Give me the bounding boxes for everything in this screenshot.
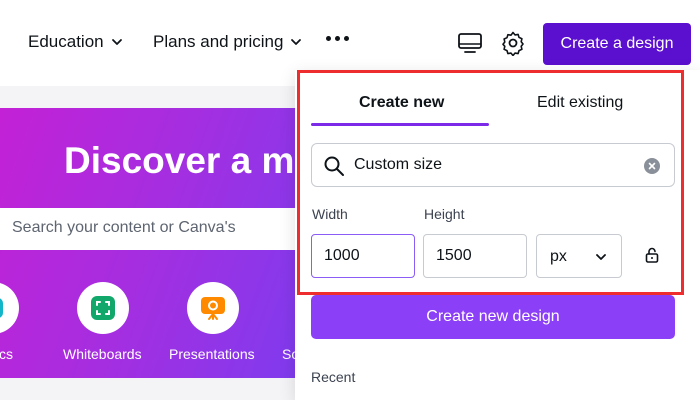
height-input[interactable] bbox=[423, 234, 527, 278]
category-label: cs bbox=[0, 346, 13, 362]
recent-heading: Recent bbox=[311, 369, 356, 385]
width-label: Width bbox=[312, 206, 348, 222]
category-presentations[interactable] bbox=[187, 282, 239, 334]
tab-create-new[interactable]: Create new bbox=[359, 94, 444, 112]
design-search-field[interactable] bbox=[311, 143, 675, 187]
create-new-design-button[interactable]: Create new design bbox=[311, 295, 675, 339]
hero-search-input[interactable]: Search your content or Canva's bbox=[0, 208, 330, 250]
category-docs[interactable] bbox=[0, 282, 19, 334]
nav-education-label: Education bbox=[28, 32, 104, 51]
chevron-down-icon bbox=[291, 39, 302, 45]
height-label: Height bbox=[424, 206, 465, 222]
hero-banner: Discover a ma Search your content or Can… bbox=[0, 108, 330, 378]
tab-edit-existing[interactable]: Edit existing bbox=[537, 94, 623, 112]
hero-search-placeholder: Search your content or Canva's bbox=[12, 219, 236, 236]
chevron-down-icon bbox=[596, 254, 606, 260]
design-search-input[interactable] bbox=[354, 154, 634, 176]
doc-icon bbox=[0, 298, 3, 318]
category-label: Whiteboards bbox=[63, 346, 142, 362]
clear-search-icon[interactable] bbox=[644, 158, 660, 174]
category-label: Presentations bbox=[169, 346, 255, 362]
width-input[interactable] bbox=[311, 234, 415, 278]
unit-select[interactable]: px bbox=[536, 234, 622, 278]
nav-plans-pricing[interactable]: Plans and pricing bbox=[153, 32, 303, 52]
gear-icon[interactable] bbox=[500, 30, 526, 56]
create-design-panel: Create new Edit existing Width Height px… bbox=[295, 70, 700, 400]
create-design-button[interactable]: Create a design bbox=[543, 23, 691, 65]
category-whiteboards[interactable] bbox=[77, 282, 129, 334]
chevron-down-icon bbox=[111, 39, 122, 45]
nav-education[interactable]: Education bbox=[28, 32, 124, 52]
unit-value: px bbox=[550, 248, 567, 265]
more-icon[interactable] bbox=[326, 36, 349, 41]
search-icon bbox=[324, 156, 344, 176]
whiteboard-icon bbox=[91, 296, 115, 320]
tab-active-indicator bbox=[311, 123, 489, 126]
nav-plans-label: Plans and pricing bbox=[153, 32, 284, 51]
desktop-icon[interactable] bbox=[457, 30, 483, 56]
presentation-icon bbox=[201, 297, 225, 320]
hero-title: Discover a ma bbox=[64, 140, 315, 181]
unlock-icon[interactable] bbox=[643, 246, 661, 264]
